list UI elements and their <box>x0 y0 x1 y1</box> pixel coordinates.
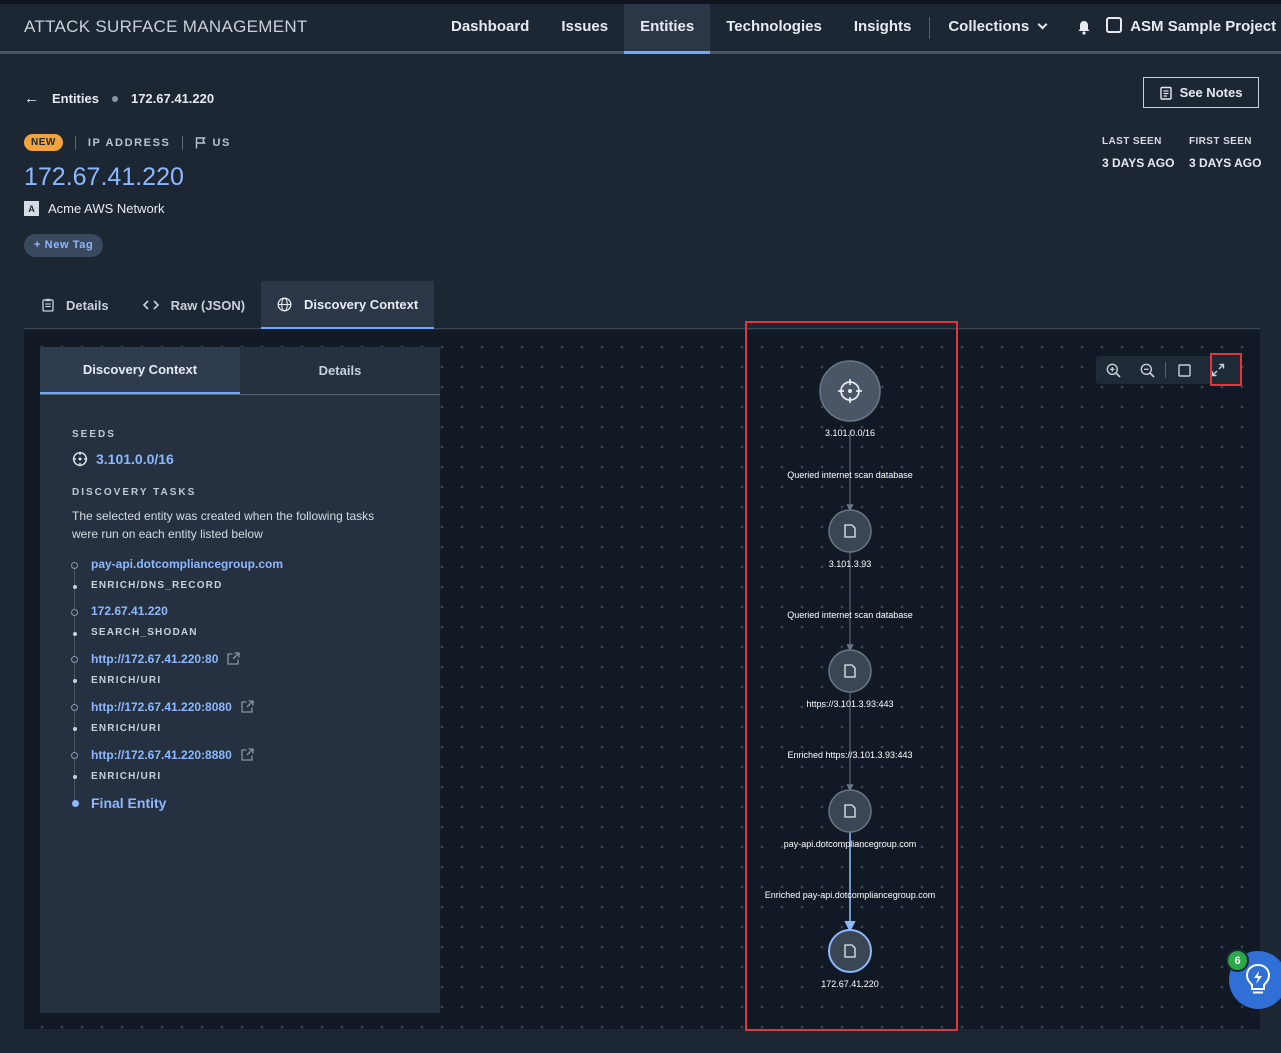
project-switcher[interactable]: ASM Sample Project <box>1106 4 1281 51</box>
tab-details[interactable]: Details <box>24 281 125 329</box>
last-seen-label: LAST SEEN <box>1102 136 1162 147</box>
zoom-out-icon <box>1140 363 1155 378</box>
edge-label: Enriched https://3.101.3.93:443 <box>787 750 912 760</box>
graph-node-selected[interactable] <box>828 929 872 973</box>
new-badge: NEW <box>24 134 63 151</box>
nav-technologies[interactable]: Technologies <box>710 4 838 51</box>
edge-label: Enriched pay-api.dotcompliancegroup.com <box>765 890 936 900</box>
first-seen-value: 3 DAYS AGO <box>1189 156 1262 170</box>
project-icon <box>1106 17 1123 33</box>
tab-discovery-context[interactable]: Discovery Context <box>261 281 435 329</box>
breadcrumb-separator <box>111 95 118 102</box>
entity-owner: A Acme AWS Network <box>24 201 165 216</box>
nav-insights[interactable]: Insights <box>838 4 928 51</box>
discovery-graph-canvas[interactable]: Discovery Context Details SEEDS 3.101.0.… <box>24 330 1260 1029</box>
node-label: https://3.101.3.93:443 <box>806 699 893 709</box>
last-seen: LAST SEEN 3 DAYS AGO <box>1102 136 1174 170</box>
nav-issues[interactable]: Issues <box>545 4 624 51</box>
fullscreen-button[interactable] <box>1201 356 1235 384</box>
nav-dashboard[interactable]: Dashboard <box>435 4 545 51</box>
nav-collections-dropdown[interactable]: Collections <box>932 4 1062 51</box>
bell-icon <box>1078 21 1090 35</box>
nav-collections-label: Collections <box>948 18 1030 35</box>
fit-view-button[interactable] <box>1167 356 1201 384</box>
app-brand: ATTACK SURFACE MANAGEMENT <box>24 17 308 36</box>
nav-divider <box>929 16 931 39</box>
owner-avatar: A <box>24 201 39 216</box>
owner-name: Acme AWS Network <box>48 201 165 216</box>
zoom-in-button[interactable] <box>1096 356 1130 384</box>
breadcrumb-entities-link[interactable]: Entities <box>52 91 99 106</box>
graph-zoom-controls <box>1096 356 1242 384</box>
tab-details-label: Details <box>66 297 109 313</box>
clipboard-icon <box>42 298 54 312</box>
entity-meta: NEW IP ADDRESS US <box>24 134 231 151</box>
last-seen-value: 3 DAYS AGO <box>1102 156 1175 170</box>
top-bar: ATTACK SURFACE MANAGEMENT Dashboard Issu… <box>0 0 1281 54</box>
expand-icon <box>1211 363 1225 377</box>
page-title: 172.67.41.220 <box>24 163 184 191</box>
tab-discovery-context-label: Discovery Context <box>304 296 419 312</box>
main-nav: Dashboard Issues Entities Technologies I… <box>435 4 1281 54</box>
graph-node[interactable] <box>828 649 872 693</box>
node-label: 3.101.0.0/16 <box>825 428 875 438</box>
entity-tabs: Details Raw (JSON) Discovery Context <box>24 281 1260 329</box>
graph-node[interactable] <box>828 789 872 833</box>
flag-icon <box>196 136 207 148</box>
nav-entities[interactable]: Entities <box>624 4 711 54</box>
meta-divider <box>74 135 76 150</box>
tab-raw-json-label: Raw (JSON) <box>170 297 246 313</box>
globe-icon <box>277 297 292 311</box>
edge-label: Queried internet scan database <box>787 470 913 480</box>
lightbulb-icon <box>1245 963 1271 994</box>
tab-raw-json[interactable]: Raw (JSON) <box>125 281 261 329</box>
discovery-graph: Queried internet scan database Queried i… <box>765 360 936 989</box>
graph-node-seed[interactable] <box>819 360 881 422</box>
node-label: 3.101.3.93 <box>829 559 872 569</box>
edge-label: Queried internet scan database <box>787 610 913 620</box>
notifications-button[interactable] <box>1062 4 1106 51</box>
meta-divider <box>182 135 184 150</box>
see-notes-label: See Notes <box>1179 85 1243 100</box>
node-label: pay-api.dotcompliancegroup.com <box>784 839 917 849</box>
see-notes-button[interactable]: See Notes <box>1143 77 1259 108</box>
zoom-in-icon <box>1106 363 1121 378</box>
entity-type: IP ADDRESS <box>87 136 171 149</box>
back-arrow-icon[interactable]: ← <box>24 90 39 107</box>
chevron-down-icon <box>1037 19 1048 30</box>
breadcrumb-current: 172.67.41.220 <box>130 91 215 106</box>
entity-country: US <box>212 136 231 149</box>
code-icon <box>142 300 159 310</box>
zoom-out-button[interactable] <box>1130 356 1164 384</box>
square-icon <box>1177 363 1191 377</box>
first-seen-label: FIRST SEEN <box>1189 136 1252 147</box>
node-label: 172.67.41.220 <box>821 979 879 989</box>
first-seen: FIRST SEEN 3 DAYS AGO <box>1189 136 1261 170</box>
zoom-divider <box>1165 362 1166 378</box>
new-tag-button[interactable]: + New Tag <box>24 234 104 257</box>
breadcrumb: ← Entities 172.67.41.220 <box>24 90 214 107</box>
graph-node[interactable] <box>828 509 872 553</box>
notes-icon <box>1159 86 1172 100</box>
project-label: ASM Sample Project <box>1130 18 1277 35</box>
helper-count-badge: 6 <box>1226 949 1249 972</box>
